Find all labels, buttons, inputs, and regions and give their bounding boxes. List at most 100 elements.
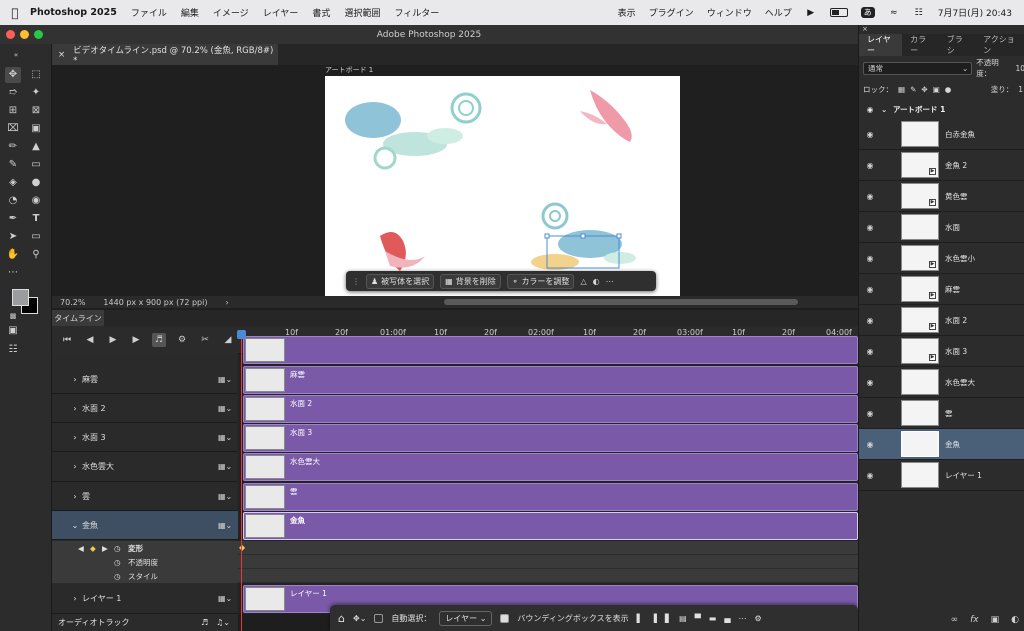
transform-icon[interactable]: △ (580, 277, 586, 286)
eye-icon[interactable]: ◉ (859, 316, 881, 325)
align-left-icon[interactable]: ▌ (637, 614, 643, 623)
path-selection-tool-icon[interactable]: ➤ (5, 229, 21, 245)
layer-row[interactable]: ◉ ▶ 水色雲小 (859, 243, 1024, 274)
move-tool-options-icon[interactable]: ✥⌄ (353, 614, 366, 623)
align-right-icon[interactable]: ▋ (665, 614, 671, 623)
transition-icon[interactable]: ◢ (221, 333, 235, 347)
keyframe-diamond-icon[interactable]: ◆ (90, 544, 102, 553)
horizontal-scrollbar[interactable] (444, 299, 798, 305)
menu-layer[interactable]: レイヤー (263, 6, 299, 19)
eye-icon[interactable]: ◉ (859, 161, 881, 170)
sponge-tool-icon[interactable]: ◉ (28, 193, 44, 209)
layer-row[interactable]: ◉ 雲 (859, 398, 1024, 429)
lock-image-icon[interactable]: ✎ (910, 85, 916, 94)
split-at-playhead-icon[interactable]: ✂ (198, 333, 212, 347)
fx-icon[interactable]: fx (970, 615, 979, 625)
keyframe-lane-style[interactable] (238, 569, 858, 583)
menu-image[interactable]: イメージ (213, 6, 249, 19)
eyedropper-tool-icon[interactable]: ⌧ (5, 121, 21, 137)
select-subject-button[interactable]: ♟ 被写体を選択 (366, 273, 435, 289)
timeline-clip[interactable]: 水色雲大 (243, 453, 858, 481)
expand-track-icon[interactable]: › (68, 462, 82, 471)
audio-track-row[interactable]: オーディオトラック ♬ ♫⌄ (52, 614, 238, 631)
canvas-area[interactable]: アートボード 1 ⋮ ♟ 被写体を選択 ▦ 背景を削除 ⚬ カラーを調整 △ ◐… (52, 65, 858, 296)
next-frame-icon[interactable]: ▶ (129, 333, 143, 347)
film-strip-icon[interactable]: ▦⌄ (218, 492, 238, 501)
layer-row[interactable]: ◉ レイヤー 1 (859, 460, 1024, 491)
battery-icon[interactable] (829, 8, 848, 17)
close-panel-icon[interactable]: × (862, 25, 868, 33)
adjustment-layer-icon[interactable]: ◐ (1011, 615, 1019, 625)
menu-edit[interactable]: 編集 (181, 6, 199, 19)
playhead-line[interactable] (241, 332, 242, 631)
collapse-toolbar-icon[interactable]: « (8, 47, 24, 63)
settings-icon[interactable]: ⚙ (755, 614, 762, 623)
style-property-row[interactable]: ◷ スタイル (52, 569, 238, 583)
expand-track-icon[interactable]: › (68, 375, 82, 384)
stopwatch-icon[interactable]: ◷ (114, 572, 126, 581)
lock-all-icon[interactable]: ● (945, 85, 952, 94)
expand-track-icon[interactable]: › (68, 492, 82, 501)
eye-icon[interactable]: ◉ (859, 347, 881, 356)
timeline-clip-selected[interactable]: 金魚 (243, 512, 858, 540)
collapse-track-icon[interactable]: ⌄ (68, 521, 82, 530)
align-bottom-icon[interactable]: ▄ (724, 614, 730, 623)
control-center-icon[interactable]: ☷ (913, 8, 925, 18)
tab-color[interactable]: カラー (902, 34, 939, 56)
align-middle-icon[interactable]: ▬ (709, 614, 717, 623)
screen-mode-icon[interactable]: ☷ (5, 342, 21, 358)
eraser-tool-icon[interactable]: ▭ (28, 157, 44, 173)
timeline-clip[interactable] (243, 336, 858, 364)
distribute-icon[interactable]: ▤ (679, 614, 687, 623)
opacity-input[interactable]: 10 (1015, 64, 1024, 73)
layer-row[interactable]: ◉ 水色雲大 (859, 367, 1024, 398)
eye-icon[interactable]: ◉ (859, 285, 881, 294)
film-strip-icon[interactable]: ▦⌄ (218, 404, 238, 413)
default-colors-icon[interactable]: ▩ (5, 308, 21, 324)
history-brush-tool-icon[interactable]: ✎ (5, 157, 21, 173)
rectangle-tool-icon[interactable]: ▭ (28, 229, 44, 245)
remove-background-button[interactable]: ▦ 背景を削除 (440, 273, 501, 289)
eye-icon[interactable]: ◉ (859, 409, 881, 418)
spot-healing-tool-icon[interactable]: ▣ (28, 121, 44, 137)
eye-icon[interactable]: ◉ (859, 440, 881, 449)
expand-track-icon[interactable]: › (68, 404, 82, 413)
film-strip-icon[interactable]: ▦⌄ (218, 375, 238, 384)
track-row[interactable]: › 水色雲大 ▦⌄ (52, 452, 238, 482)
menu-window[interactable]: ウィンドウ (707, 6, 752, 19)
timeline-clip[interactable]: 麻雲 (243, 366, 858, 394)
move-tool-icon[interactable]: ✥ (5, 67, 21, 83)
menubar-clock[interactable]: 7月7日(月) 20:43 (938, 6, 1012, 19)
playhead-handle[interactable] (237, 330, 246, 339)
eye-icon[interactable]: ◉ (859, 105, 881, 114)
previous-frame-icon[interactable]: ◀ (83, 333, 97, 347)
stopwatch-icon[interactable]: ◷ (114, 558, 126, 567)
film-strip-icon[interactable]: ▦⌄ (218, 521, 238, 530)
brush-tool-icon[interactable]: ✏ (5, 139, 21, 155)
menu-type[interactable]: 書式 (312, 6, 330, 19)
more-tools-icon[interactable]: ⋯ (5, 265, 21, 281)
layer-row[interactable]: ◉ 白赤金魚 (859, 119, 1024, 150)
marquee-tool-icon[interactable]: ⬚ (28, 67, 44, 83)
film-strip-icon[interactable]: ▦⌄ (218, 433, 238, 442)
track-row[interactable]: › 水面 2 ▦⌄ (52, 394, 238, 423)
blur-tool-icon[interactable]: ● (28, 175, 44, 191)
artboard-group-row[interactable]: ◉ ⌄ アートボード 1 (859, 100, 1024, 118)
more-options-icon[interactable]: ⋯ (606, 277, 614, 286)
zoom-tool-icon[interactable]: ⚲ (28, 247, 44, 263)
film-strip-icon[interactable]: ▦⌄ (218, 462, 238, 471)
stamp-tool-icon[interactable]: ▲ (28, 139, 44, 155)
tab-actions[interactable]: アクション (975, 34, 1024, 56)
eye-icon[interactable]: ◉ (859, 378, 881, 387)
align-top-icon[interactable]: ▀ (695, 614, 701, 623)
track-row[interactable]: › レイヤー 1 ▦⌄ (52, 584, 238, 614)
expand-track-icon[interactable]: › (68, 433, 82, 442)
zoom-window-button[interactable] (34, 30, 43, 39)
lasso-tool-icon[interactable]: ➱ (5, 85, 21, 101)
more-icon[interactable]: ⋯ (739, 614, 747, 623)
keyframe-lane-transform[interactable]: ◆ (238, 541, 858, 555)
menu-plugins[interactable]: プラグイン (649, 6, 694, 19)
timeline-clips-area[interactable]: 麻雲 水面 2 水面 3 水色雲大 雲 金魚 ◆ レイヤー 1 (238, 336, 858, 614)
music-note-icon[interactable]: ♫⌄ (216, 618, 230, 627)
add-mask-icon[interactable]: ▣ (991, 615, 1000, 625)
